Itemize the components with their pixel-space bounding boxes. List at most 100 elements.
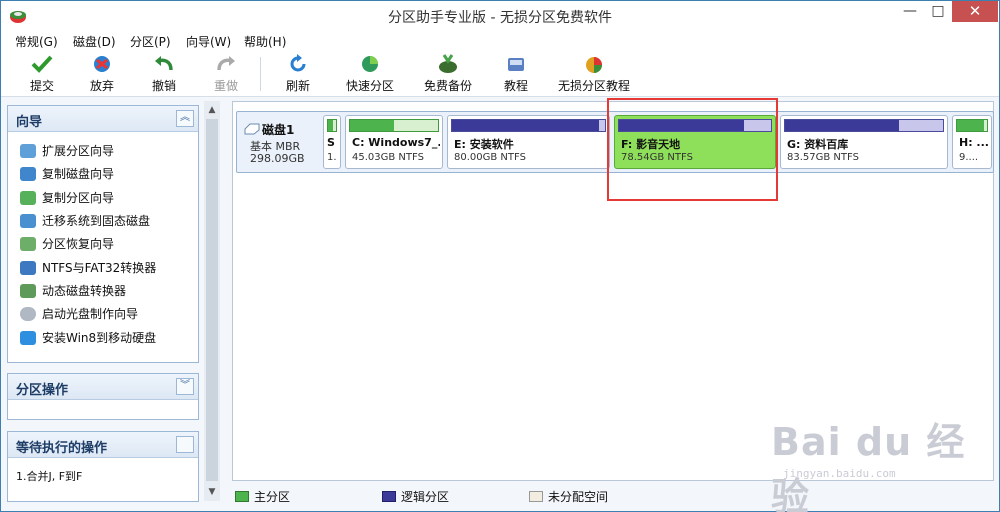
toolbar-separator bbox=[260, 57, 261, 91]
wizard-item-recovery[interactable]: 分区恢复向导 bbox=[20, 235, 114, 255]
watermark-logo: Bai du 经验 bbox=[771, 420, 966, 512]
checkmark-icon bbox=[31, 55, 53, 73]
primary-swatch bbox=[235, 491, 249, 502]
refresh-icon bbox=[290, 54, 306, 72]
selection-highlight-box bbox=[607, 98, 778, 201]
discard-button[interactable]: 放弃 bbox=[85, 53, 119, 94]
copy-partition-icon bbox=[20, 190, 36, 205]
partition-size: 80.00GB NTFS bbox=[454, 152, 526, 163]
disk-tutorial-icon bbox=[508, 58, 524, 71]
title-bar: 分区助手专业版 - 无损分区免费软件 — □ ✕ bbox=[1, 1, 999, 31]
pending-ops-title: 等待执行的操作 bbox=[16, 441, 108, 456]
scrollbar-thumb[interactable] bbox=[206, 119, 218, 481]
wizard-item-copy-partition[interactable]: 复制分区向导 bbox=[20, 189, 114, 209]
dynamic-disk-icon bbox=[20, 283, 36, 298]
pending-ops-panel: 等待执行的操作 1.合并J, F到F bbox=[7, 431, 199, 502]
sidebar-scrollbar[interactable]: ▲ ▼ bbox=[204, 101, 220, 501]
pending-ops-header: 等待执行的操作 bbox=[8, 432, 198, 458]
menu-wizard[interactable]: 向导(W) bbox=[186, 33, 231, 50]
disk-icon bbox=[244, 123, 260, 135]
minimize-button[interactable]: — bbox=[895, 1, 925, 22]
discard-icon bbox=[94, 56, 110, 72]
menu-help[interactable]: 帮助(H) bbox=[244, 33, 286, 50]
recovery-icon bbox=[20, 236, 36, 251]
usage-bar bbox=[956, 119, 988, 132]
partition-size: 9.... bbox=[959, 152, 979, 163]
partition-ops-title: 分区操作 bbox=[16, 383, 69, 398]
redo-label: 重做 bbox=[213, 79, 238, 93]
usage-fill bbox=[328, 120, 333, 131]
commit-button[interactable]: 提交 bbox=[25, 53, 59, 94]
partition-e[interactable]: E: 安装软件 80.00GB NTFS bbox=[447, 115, 610, 169]
toolbar: 提交 放弃 撤销 重做 刷新 快速分区 免费备份 教程 无损分区教程 bbox=[1, 51, 999, 97]
usage-bar bbox=[349, 119, 439, 132]
tutorial-button[interactable]: 教程 bbox=[499, 53, 533, 94]
wizard-item-extend[interactable]: 扩展分区向导 bbox=[20, 142, 114, 162]
partition-s[interactable]: S 1. bbox=[323, 115, 341, 169]
usage-bar bbox=[451, 119, 606, 132]
extend-partition-icon bbox=[20, 143, 36, 158]
window-title: 分区助手专业版 - 无损分区免费软件 bbox=[388, 10, 612, 26]
usage-bar bbox=[327, 119, 337, 132]
quick-partition-icon bbox=[362, 56, 378, 72]
scroll-down-arrow-icon[interactable]: ▼ bbox=[204, 485, 220, 499]
free-backup-button[interactable]: 免费备份 bbox=[421, 53, 475, 94]
menu-disk[interactable]: 磁盘(D) bbox=[73, 33, 116, 50]
refresh-button[interactable]: 刷新 bbox=[281, 53, 315, 94]
windows-icon bbox=[20, 330, 36, 345]
wizard-panel-header: 向导 ︽ bbox=[8, 106, 198, 132]
wizard-item-dynamic-disk[interactable]: 动态磁盘转换器 bbox=[20, 282, 126, 302]
partition-name: H: ... bbox=[959, 136, 989, 149]
lossless-tutorial-button[interactable]: 无损分区教程 bbox=[557, 53, 631, 94]
partition-size: 83.57GB NTFS bbox=[787, 152, 859, 163]
refresh-label: 刷新 bbox=[285, 79, 310, 93]
copy-disk-icon bbox=[20, 166, 36, 181]
expand-down-button[interactable]: ︾ bbox=[176, 378, 194, 395]
partition-g[interactable]: G: 资料百库 83.57GB NTFS bbox=[780, 115, 948, 169]
usage-fill bbox=[785, 120, 899, 131]
wizard-panel-title: 向导 bbox=[16, 115, 43, 130]
lossless-tutorial-label: 无损分区教程 bbox=[557, 79, 630, 93]
migrate-os-icon bbox=[20, 213, 36, 228]
scroll-up-arrow-icon[interactable]: ▲ bbox=[204, 103, 220, 117]
wizard-item-copy-disk[interactable]: 复制磁盘向导 bbox=[20, 165, 114, 185]
free-backup-label: 免费备份 bbox=[423, 79, 472, 93]
partition-size: 45.03GB NTFS bbox=[352, 152, 424, 163]
partition-name: G: 资料百库 bbox=[787, 138, 849, 151]
disk-info[interactable]: 磁盘1 基本 MBR 298.09GB bbox=[240, 114, 320, 170]
disk-name: 磁盘1 bbox=[262, 123, 295, 137]
boot-cd-icon bbox=[20, 306, 36, 321]
backup-icon bbox=[439, 54, 457, 73]
menu-bar: 常规(G) 磁盘(D) 分区(P) 向导(W) 帮助(H) bbox=[1, 31, 999, 51]
partition-c[interactable]: C: Windows7_... 45.03GB NTFS bbox=[345, 115, 443, 169]
legend-unallocated: 未分配空间 bbox=[529, 488, 608, 505]
watermark-url: jingyan.baidu.com bbox=[783, 467, 896, 480]
redo-arrow-icon bbox=[217, 56, 235, 71]
quick-partition-label: 快速分区 bbox=[345, 79, 394, 93]
app-window: 分区助手专业版 - 无损分区免费软件 — □ ✕ 常规(G) 磁盘(D) 分区(… bbox=[0, 0, 1000, 512]
collapse-up-button[interactable]: ︽ bbox=[176, 110, 194, 127]
redo-button[interactable]: 重做 bbox=[209, 53, 243, 94]
partition-name: S bbox=[327, 136, 335, 149]
wizard-item-boot-cd[interactable]: 启动光盘制作向导 bbox=[20, 305, 138, 325]
pending-toggle-button[interactable] bbox=[176, 436, 194, 453]
legend-primary: 主分区 bbox=[235, 488, 290, 505]
wizard-panel: 向导 ︽ 扩展分区向导 复制磁盘向导 复制分区向导 迁移系统到固态磁盘 分区恢复… bbox=[7, 105, 199, 363]
usage-bar bbox=[784, 119, 944, 132]
wizard-item-ntfs-fat32[interactable]: NTFS与FAT32转换器 bbox=[20, 259, 156, 279]
pending-op-item: 1.合并J, F到F bbox=[16, 470, 83, 483]
close-button[interactable]: ✕ bbox=[952, 1, 998, 22]
menu-partition[interactable]: 分区(P) bbox=[130, 33, 171, 50]
menu-general[interactable]: 常规(G) bbox=[15, 33, 58, 50]
usage-fill bbox=[957, 120, 984, 131]
legend-logical: 逻辑分区 bbox=[382, 488, 449, 505]
wizard-item-migrate-ssd[interactable]: 迁移系统到固态磁盘 bbox=[20, 212, 150, 232]
wizard-item-win8-usb[interactable]: 安装Win8到移动硬盘 bbox=[20, 329, 156, 349]
undo-button[interactable]: 撤销 bbox=[147, 53, 181, 94]
partition-h[interactable]: H: ... 9.... bbox=[952, 115, 992, 169]
quick-partition-button[interactable]: 快速分区 bbox=[343, 53, 397, 94]
maximize-button[interactable]: □ bbox=[925, 1, 951, 22]
partition-ops-panel: 分区操作 ︾ bbox=[7, 373, 199, 420]
usage-fill bbox=[452, 120, 599, 131]
partition-name: E: 安装软件 bbox=[454, 138, 514, 151]
